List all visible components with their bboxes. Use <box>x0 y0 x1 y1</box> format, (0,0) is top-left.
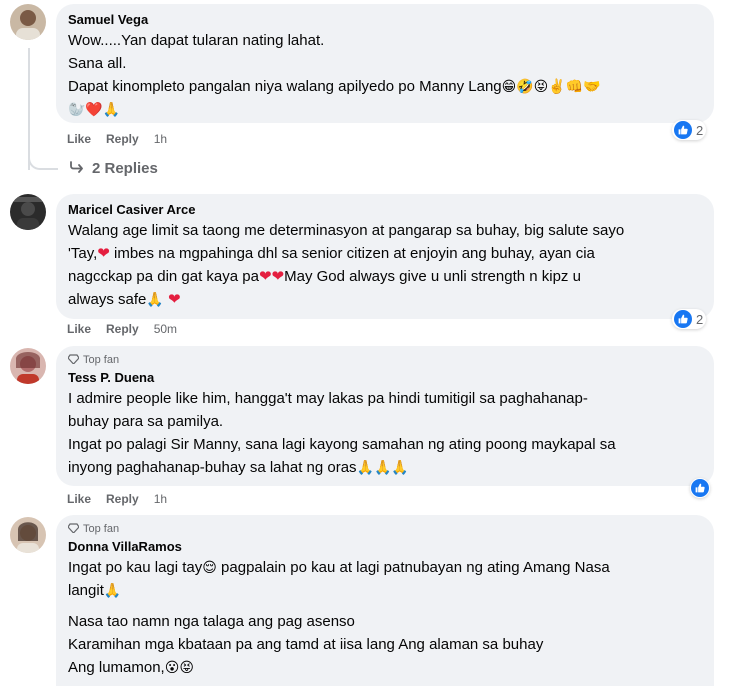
emoji-sequence: 😮😝 <box>164 659 194 675</box>
comment-bubble: Maricel Casiver Arce Walang age limit sa… <box>56 194 714 319</box>
comment-bubble: Top fan Donna VillaRamos Ingat po kau la… <box>56 515 714 686</box>
like-reaction-icon <box>674 310 692 328</box>
timestamp[interactable]: 1h <box>154 492 167 506</box>
reply-button[interactable]: Reply <box>106 132 139 146</box>
reply-arrow-icon <box>70 160 84 177</box>
like-button[interactable]: Like <box>67 492 91 506</box>
view-replies-button[interactable]: 2 Replies <box>70 160 158 177</box>
comment-bubble: Top fan Tess P. Duena I admire people li… <box>56 346 714 486</box>
commenter-name[interactable]: Maricel Casiver Arce <box>68 201 702 219</box>
avatar[interactable] <box>10 348 46 384</box>
reaction-summary[interactable] <box>690 478 710 498</box>
timestamp[interactable]: 50m <box>154 322 177 336</box>
avatar[interactable] <box>10 517 46 553</box>
praying-hands-emoji-icon: 🙏 <box>146 291 164 307</box>
comment-actions: Like Reply 50m <box>67 322 192 336</box>
top-fan-badge[interactable]: Top fan <box>67 353 702 367</box>
heart-emoji-icon: ❤❤ <box>258 268 285 285</box>
reply-button[interactable]: Reply <box>106 492 139 506</box>
like-reaction-icon <box>674 121 692 139</box>
relieved-face-emoji-icon: 😌 <box>202 559 217 575</box>
comment-text: Walang age limit sa taong me determinasy… <box>68 222 625 308</box>
praying-hands-emoji-icon: 🙏🙏🙏 <box>356 459 409 475</box>
timestamp[interactable]: 1h <box>154 132 167 146</box>
comment-bubble: Samuel Vega Wow.....Yan dapat tularan na… <box>56 4 714 123</box>
thread-connector <box>28 150 58 170</box>
reaction-count: 2 <box>696 311 704 327</box>
like-button[interactable]: Like <box>67 322 91 336</box>
commenter-name[interactable]: Donna VillaRamos <box>68 538 702 556</box>
diamond-icon <box>67 353 80 367</box>
commenter-name[interactable]: Tess P. Duena <box>68 369 702 387</box>
like-button[interactable]: Like <box>67 132 91 146</box>
comment-actions: Like Reply 1h <box>67 492 182 506</box>
heart-emoji-icon: ❤ <box>97 245 110 262</box>
comment-text: Ingat po kau lagi tay😌 pagpalain po kau … <box>68 559 610 676</box>
heart-emoji-icon: ❤ <box>167 291 181 308</box>
emoji-sequence: 🦭❤️🙏 <box>68 101 121 117</box>
avatar[interactable] <box>10 194 46 230</box>
reaction-summary[interactable]: 2 <box>672 309 707 329</box>
commenter-name[interactable]: Samuel Vega <box>68 11 702 29</box>
emoji-sequence: 😁🤣😝✌️👊🤝 <box>501 78 601 94</box>
comment-text: Wow.....Yan dapat tularan nating lahat. … <box>68 32 601 117</box>
avatar[interactable] <box>10 4 46 40</box>
reply-button[interactable]: Reply <box>106 322 139 336</box>
diamond-icon <box>67 522 80 536</box>
like-reaction-icon <box>691 479 709 497</box>
comment-text: I admire people like him, hangga't may l… <box>68 390 616 476</box>
top-fan-badge[interactable]: Top fan <box>67 522 702 536</box>
reaction-count: 2 <box>696 122 704 138</box>
praying-hands-emoji-icon: 🙏 <box>103 582 122 598</box>
reaction-summary[interactable]: 2 <box>672 120 707 140</box>
comment-actions: Like Reply 1h <box>67 132 182 146</box>
